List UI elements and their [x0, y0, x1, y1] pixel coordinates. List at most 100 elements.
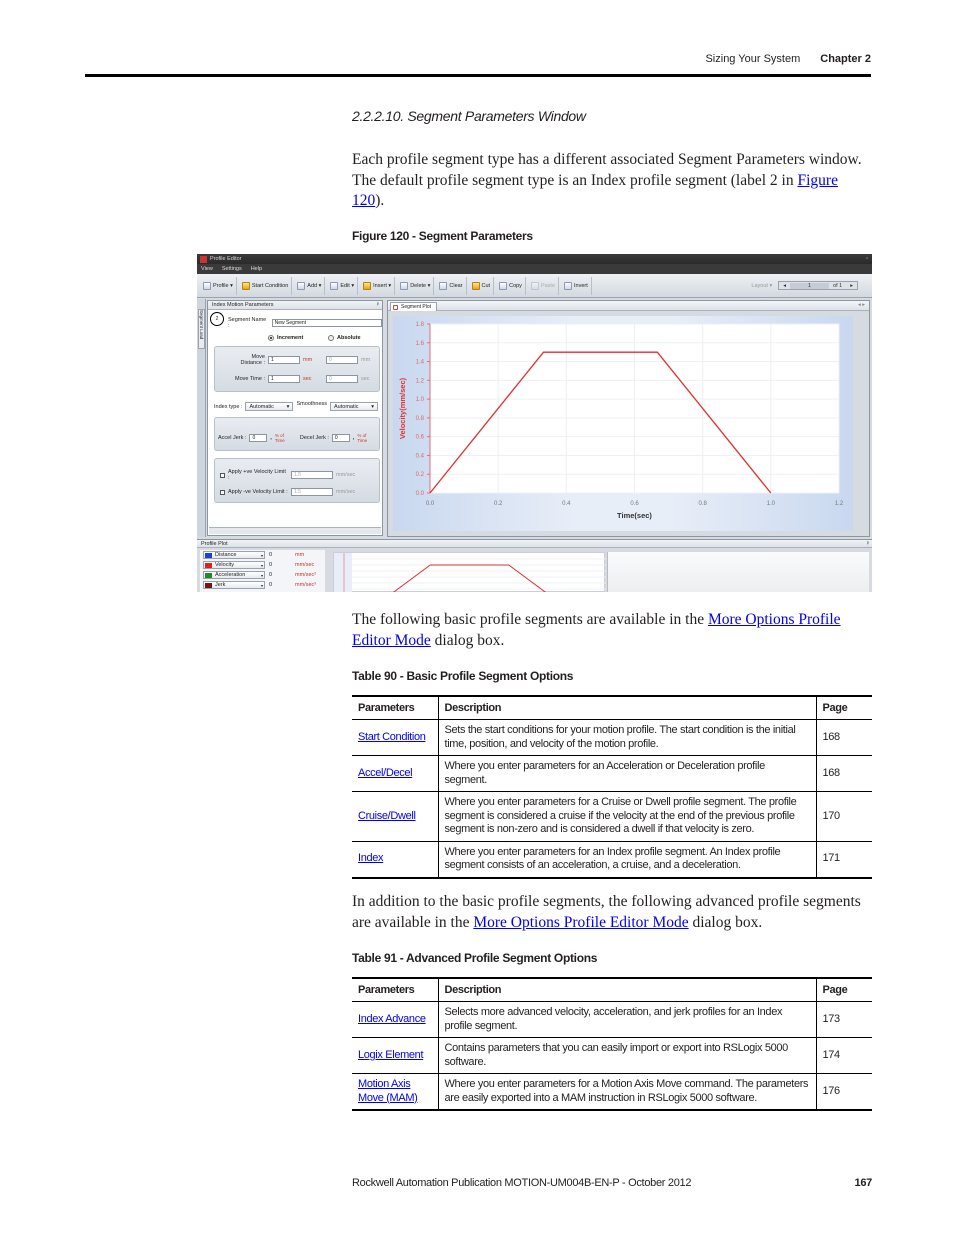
header-section: Sizing Your System [705, 53, 801, 65]
pager-next[interactable]: ▸ [846, 283, 857, 289]
panel-title: Index Motion Parameters [212, 302, 274, 308]
y-tick-label: 0.4 [416, 453, 425, 459]
table-row: Logix Element Contains parameters that y… [352, 1037, 872, 1074]
button-label: Profile ▾ [213, 282, 233, 289]
move-time-label: Move Time : [235, 376, 265, 382]
move-distance-input[interactable]: 1 [268, 356, 300, 364]
neg-velocity-limit-checkbox[interactable] [220, 489, 225, 495]
increment-radio[interactable]: Increment [268, 335, 303, 341]
profile-plot-header: Profile Plot ᵖ [197, 539, 872, 548]
profile-button[interactable]: Profile ▾ [200, 276, 237, 295]
button-label: Clear [449, 282, 463, 289]
pager: ◂ 1 of 1 ▸ [778, 281, 858, 290]
segment-plot-tab[interactable]: Segment Plot [390, 302, 438, 311]
paste-button[interactable]: Paste [528, 276, 560, 295]
index-link[interactable]: Index [358, 852, 384, 864]
table-90-caption: Table 90 - Basic Profile Segment Options [352, 669, 574, 683]
segment-load-tab[interactable]: Segment Load [198, 309, 205, 349]
advanced-profile-segment-table: Parameters Description Page Index Advanc… [352, 977, 872, 1111]
layout-button[interactable]: Layout ▾ [751, 283, 772, 289]
pin-icon[interactable]: ᵖ [377, 302, 379, 308]
jerk-row: Accel Jerk : 0 ▪ % of Time Decel Jerk : … [218, 433, 371, 443]
move-distance-abs-input[interactable]: 0 [326, 356, 358, 364]
spinner-icon[interactable]: ▪ [353, 436, 354, 441]
index-type-label: Index type : [214, 403, 243, 410]
move-time-abs-input[interactable]: 0 [326, 375, 358, 383]
segment-name-label: Segment Name : [228, 317, 267, 329]
start-condition-link[interactable]: Start Condition [358, 731, 426, 743]
legend-row-jerk: Jerk ▾ 0 mm/sec³ [200, 580, 325, 590]
logix-element-link[interactable]: Logix Element [358, 1049, 424, 1061]
clear-button[interactable]: Clear [436, 276, 467, 295]
chevron-down-icon: ▾ [371, 403, 375, 410]
description-cell: Where you enter parameters for an Accele… [437, 755, 816, 792]
horizontal-scrollbar[interactable] [209, 527, 381, 534]
delete-button[interactable]: Delete ▾ [397, 276, 435, 295]
copy-button[interactable]: Copy [496, 276, 526, 295]
copy-icon [499, 281, 508, 290]
tab-label: Segment Plot [401, 304, 432, 310]
absolute-radio[interactable]: Absolute [328, 335, 361, 341]
pager-prev[interactable]: ◂ [779, 283, 790, 289]
pager-current[interactable]: 1 [789, 282, 830, 289]
x-tick-label: 0.2 [494, 501, 503, 507]
index-advance-link[interactable]: Index Advance [358, 1013, 426, 1025]
motion-axis-move-link[interactable]: Motion Axis Move (MAM) [358, 1078, 418, 1104]
neg-velocity-limit-input[interactable]: 1.5 [291, 488, 333, 496]
column-header: Description [437, 695, 816, 720]
index-type-select[interactable]: Automatic ▾ [245, 402, 294, 411]
pin-icon[interactable]: ᵖ [867, 541, 869, 547]
velocity-chart-svg: 0.0 0.2 0.4 0.6 0.8 1.0 1.2 1.4 1.6 1.8 0.0 0.2 0.4 0… [398, 322, 844, 520]
insert-button[interactable]: Insert ▾ [360, 276, 396, 295]
menu-help[interactable]: Help [251, 266, 262, 272]
cut-button[interactable]: Cut [469, 276, 495, 295]
legend-select[interactable]: Jerk ▾ [203, 581, 265, 589]
chevron-down-icon: ▾ [260, 572, 263, 578]
cruise-dwell-link[interactable]: Cruise/Dwell [358, 810, 416, 822]
table-row: Index Advance Selects more advanced velo… [352, 1001, 872, 1038]
minimize-icon[interactable]: ▫ [866, 256, 868, 262]
edit-button[interactable]: Edit ▾ [327, 276, 359, 295]
pager-of: of 1 [833, 282, 843, 289]
add-button[interactable]: Add ▾ [294, 276, 326, 295]
chevron-down-icon: ▾ [260, 562, 263, 568]
pos-velocity-limit-checkbox[interactable] [220, 472, 225, 478]
legend-unit: mm/sec² [295, 572, 317, 578]
radio-on-icon [268, 335, 274, 341]
chevron-down-icon: ▾ [260, 582, 263, 588]
paragraph-advanced: In addition to the basic profile segment… [352, 892, 872, 933]
page-cell: 168 [815, 719, 872, 756]
unit-label: mm [303, 357, 313, 363]
y-tick-label: 0.8 [416, 416, 425, 422]
tab-scroll-arrows[interactable]: ◂ ▸ [858, 302, 865, 308]
description-cell: Sets the start conditions for your motio… [437, 719, 816, 756]
color-swatch [205, 552, 212, 558]
spinner-icon[interactable]: ▪ [270, 436, 271, 441]
smoothness-select[interactable]: Automatic ▾ [330, 402, 379, 411]
legend-select[interactable]: Acceleration ▾ [203, 571, 265, 579]
invert-button[interactable]: Invert [561, 276, 592, 295]
accel-jerk-input[interactable]: 0 [249, 434, 268, 442]
segment-name-input[interactable]: New Segment [271, 319, 382, 327]
clear-icon [439, 281, 448, 290]
paragraph-text: Each profile segment type has a differen… [352, 151, 862, 189]
neg-velocity-limit-row: Apply -ve Velocity Limit : 1.5 mm/sec [220, 488, 355, 496]
menu-settings[interactable]: Settings [222, 266, 242, 272]
decel-jerk-input[interactable]: 0 [331, 434, 350, 442]
start-condition-button[interactable]: Start Condition [239, 276, 293, 295]
legend-name: Acceleration [215, 572, 246, 578]
pos-velocity-limit-input[interactable]: 1.5 [291, 471, 333, 479]
accel-decel-link[interactable]: Accel/Decel [358, 767, 413, 779]
radio-label: Absolute [337, 335, 361, 341]
segment-name-row: Segment Name : New Segment [228, 317, 382, 329]
menu-view[interactable]: View [201, 266, 213, 272]
more-options-link[interactable]: More Options Profile Editor Mode [473, 914, 688, 931]
button-label: Copy [509, 282, 522, 289]
legend-select[interactable]: Distance ▾ [203, 551, 265, 559]
edit-icon [330, 281, 339, 290]
app-title: Profile Editor [210, 256, 242, 262]
column-header: Description [437, 977, 816, 1002]
move-time-input[interactable]: 1 [268, 375, 300, 383]
legend-select[interactable]: Velocity ▾ [203, 561, 265, 569]
plot-tab-bar: Segment Plot ◂ ▸ [388, 301, 869, 311]
